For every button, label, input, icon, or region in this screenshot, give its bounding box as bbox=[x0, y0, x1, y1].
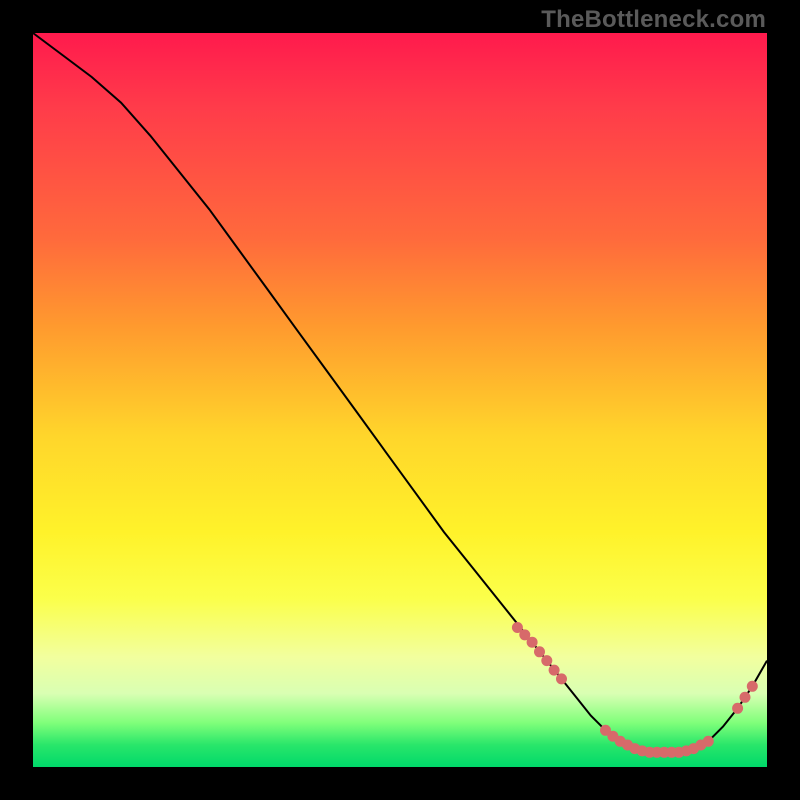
marker-point bbox=[534, 646, 545, 657]
marker-point bbox=[747, 681, 758, 692]
bottleneck-curve bbox=[33, 33, 767, 752]
chart-svg bbox=[33, 33, 767, 767]
marker-point bbox=[703, 736, 714, 747]
highlight-markers bbox=[512, 622, 758, 758]
marker-point bbox=[527, 637, 538, 648]
plot-area bbox=[33, 33, 767, 767]
marker-point bbox=[740, 692, 751, 703]
marker-point bbox=[549, 665, 560, 676]
watermark-text: TheBottleneck.com bbox=[541, 6, 766, 34]
chart-frame: TheBottleneck.com bbox=[0, 0, 800, 800]
marker-point bbox=[556, 673, 567, 684]
marker-point bbox=[732, 703, 743, 714]
marker-point bbox=[541, 655, 552, 666]
